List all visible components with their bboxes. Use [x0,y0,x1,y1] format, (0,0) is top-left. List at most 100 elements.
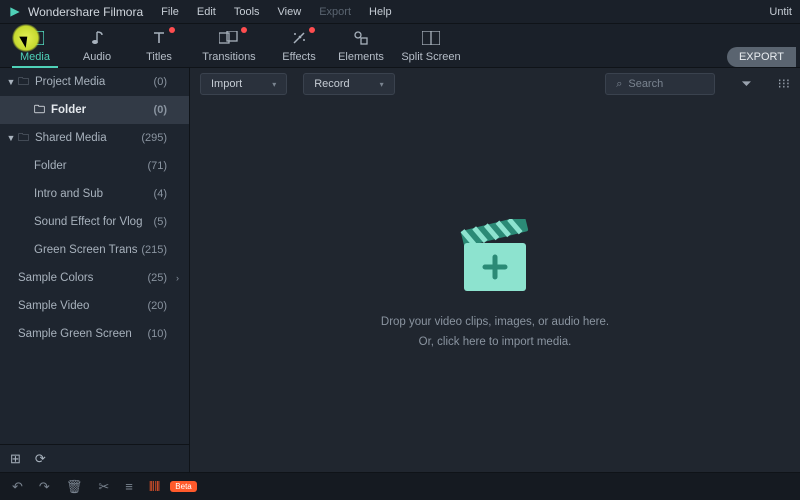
tree-row-count: (71) [147,160,167,172]
chevron-right-icon: › [167,273,179,283]
search-placeholder: Search [628,78,663,90]
tab-effects[interactable]: Effects [268,23,330,67]
tree-row[interactable]: Intro and Sub(4) [0,180,189,208]
menu-export: Export [319,6,351,18]
tree-row-count: (25) [147,272,167,284]
audio-icon [89,29,105,47]
menu-file[interactable]: File [161,6,179,18]
splitscreen-icon [422,29,440,47]
tree-row-label: Project Media [35,76,154,88]
effects-icon [291,29,307,47]
tab-elements[interactable]: Elements [330,23,392,67]
timeline-icon[interactable]: ⦀⦀ [149,479,160,495]
tree-row-label: Sample Video [18,300,147,312]
chevron-icon: ▼ [6,77,16,87]
tool-tabs: Media Audio Titles Transitions Effects E… [0,24,800,68]
tree-row-count: (4) [154,188,167,200]
main-area: ▼🗀Project Media(0)🗀Folder(0)▼🗀Shared Med… [0,68,800,472]
tree-row-label: Intro and Sub [34,188,154,200]
record-dropdown[interactable]: Record ▾ [303,73,394,95]
grid-view-icon[interactable]: ⁝⁝⁝ [778,76,790,92]
tree-row-label: Sample Green Screen [18,328,147,340]
export-button[interactable]: EXPORT [727,47,796,67]
search-input[interactable]: ⌕ Search [605,73,715,95]
redo-icon[interactable]: ↷ [39,479,50,495]
chevron-icon: ▼ [6,133,16,143]
tree-row-count: (295) [141,132,167,144]
add-folder-icon[interactable]: ⊞ [10,451,21,467]
app-name: Wondershare Filmora [28,5,143,19]
menu-tools[interactable]: Tools [234,6,260,18]
import-dropdown[interactable]: Import ▾ [200,73,287,95]
settings-icon[interactable]: ≡ [125,479,133,494]
tree-row-count: (0) [154,76,167,88]
menu-edit[interactable]: Edit [197,6,216,18]
dropdown-label: Record [314,78,349,90]
tree-row-count: (5) [154,216,167,228]
new-badge-icon [241,27,247,33]
tab-label: Effects [282,51,315,63]
drop-text-1: Drop your video clips, images, or audio … [381,313,609,333]
tree-row[interactable]: ▼🗀 Project Media(0) [0,68,189,96]
titles-icon [151,29,167,47]
tree-row[interactable]: Sample Colors(25)› [0,264,189,292]
tree-row[interactable]: Sound Effect for Vlog(5) [0,208,189,236]
tree-row[interactable]: Folder(71) [0,152,189,180]
tab-label: Elements [338,51,384,63]
tab-transitions[interactable]: Transitions [190,23,268,67]
tab-titles[interactable]: Titles [128,23,190,67]
menu-help[interactable]: Help [369,6,392,18]
tab-label: Audio [83,51,111,63]
tree-row-count: (20) [147,300,167,312]
tab-audio[interactable]: Audio [66,23,128,67]
tree-row-label: Green Screen Trans [34,244,141,256]
tab-label: Split Screen [401,51,460,63]
tree-row-count: (215) [141,244,167,256]
tab-label: Transitions [202,51,255,63]
filter-icon[interactable]: ⏷ [741,76,751,92]
sidebar-footer: ⊞ ⟳ [0,444,189,472]
app-logo-icon [8,5,22,19]
tree-row-count: (10) [147,328,167,340]
chevron-down-icon: ▾ [272,80,276,89]
dropdown-label: Import [211,78,242,90]
menu-view[interactable]: View [278,6,302,18]
tree-row-label: Folder [34,160,147,172]
tab-label: Titles [146,51,172,63]
tab-split-screen[interactable]: Split Screen [392,23,470,67]
tree-row-label: Sample Colors [18,272,147,284]
tree-row[interactable]: Sample Video(20) [0,292,189,320]
tab-media[interactable]: Media [4,23,66,67]
tree-row-count: (0) [154,104,167,116]
titlebar: Wondershare Filmora File Edit Tools View… [0,0,800,24]
tree-row[interactable]: 🗀 Folder(0) [0,96,189,124]
tree-row[interactable]: Green Screen Trans(215) [0,236,189,264]
undo-icon[interactable]: ↶ [12,479,23,495]
folder-icon: 🗀 [18,73,29,92]
transitions-icon [219,29,239,47]
tree-row-label: Sound Effect for Vlog [34,216,154,228]
tree-row[interactable]: Sample Green Screen(10) [0,320,189,348]
delete-icon[interactable]: 🗑 [66,479,83,495]
drop-text-2: Or, click here to import media. [419,333,572,353]
timeline-toolbar: ↶ ↷ 🗑 ✂ ≡ ⦀⦀ Beta [0,472,800,500]
clapperboard-icon [452,219,538,295]
document-title: Untit [769,6,792,18]
media-content: Import ▾ Record ▾ ⌕ Search ⏷ ⁝⁝⁝ Drop your … [190,68,800,472]
content-toolbar: Import ▾ Record ▾ ⌕ Search ⏷ ⁝⁝⁝ [190,68,800,100]
tab-label: Media [20,51,50,63]
folder-icon: 🗀 [18,129,29,148]
new-badge-icon [169,27,175,33]
tree-row[interactable]: ▼🗀 Shared Media(295) [0,124,189,152]
refresh-icon[interactable]: ⟳ [35,451,46,467]
search-icon: ⌕ [616,78,622,91]
main-menu: File Edit Tools View Export Help [161,6,391,18]
media-icon [26,29,44,47]
elements-icon [353,29,369,47]
tree-row-label: Shared Media [35,132,141,144]
drop-zone[interactable]: Drop your video clips, images, or audio … [190,100,800,472]
tree-row-label: Folder [51,104,154,116]
cut-icon[interactable]: ✂ [98,479,109,495]
chevron-down-icon: ▾ [380,80,384,89]
folder-icon: 🗀 [34,101,45,120]
